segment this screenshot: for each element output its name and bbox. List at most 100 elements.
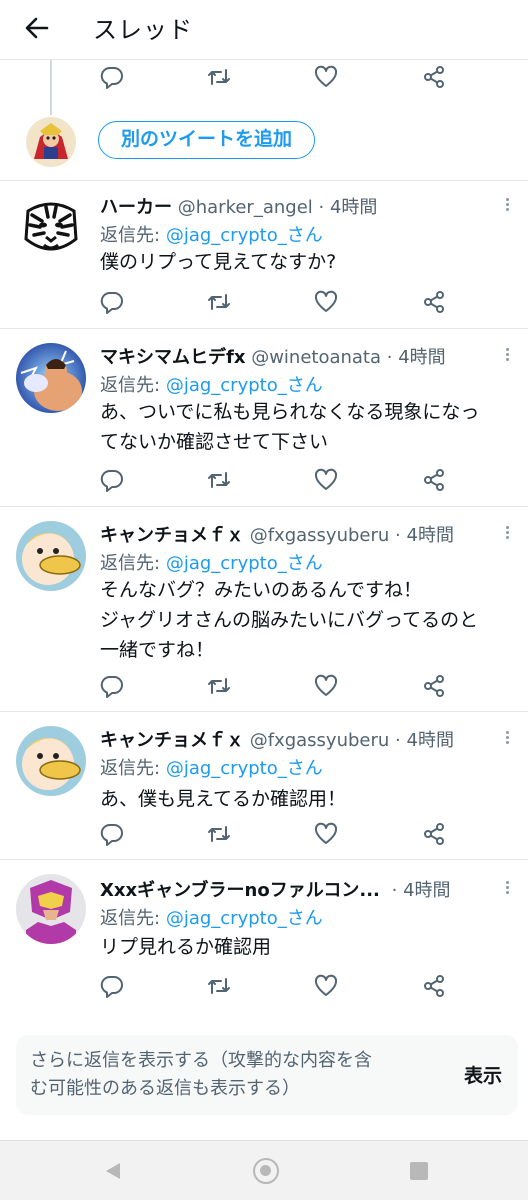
back-arrow-icon[interactable] bbox=[22, 13, 52, 43]
tweet-actions bbox=[0, 671, 528, 701]
reply-icon[interactable] bbox=[99, 973, 125, 999]
page-title: スレッド bbox=[93, 16, 193, 44]
tweet-text-line: てないか確認させて下さい bbox=[100, 431, 329, 453]
display-name[interactable]: マキシマムヒデfx bbox=[100, 347, 245, 368]
reply-to-label: 返信先: bbox=[100, 908, 161, 929]
timestamp: · 4時間 bbox=[386, 347, 446, 368]
tweet-text-line: あ、ついでに私も見られなくなる現象になっ bbox=[100, 401, 480, 423]
mention-link[interactable]: @jag_crypto_さん bbox=[166, 758, 323, 779]
nav-recents-icon[interactable] bbox=[410, 1162, 428, 1180]
like-icon[interactable] bbox=[313, 673, 339, 699]
user-handle[interactable]: @fxgassyuberu bbox=[250, 730, 390, 751]
tweet-actions bbox=[0, 287, 528, 317]
avatar[interactable] bbox=[16, 193, 86, 263]
more-icon[interactable] bbox=[504, 196, 510, 214]
tweet-text-line: そんなバグ？みたいのあるんですね！ bbox=[100, 579, 423, 601]
tweet-actions bbox=[0, 971, 528, 1001]
share-icon[interactable] bbox=[421, 673, 447, 699]
show-more-replies[interactable]: さらに返信を表示する（攻撃的な内容を含 む可能性のある返信も表示する） 表示 bbox=[16, 1035, 518, 1115]
timestamp: · 4時間 bbox=[391, 880, 451, 901]
reply-to-label: 返信先: bbox=[100, 225, 161, 246]
reply-tweet[interactable]: キャンチョメｆｘ @fxgassyuberu · 4時間 返信先: @jag_c… bbox=[0, 711, 528, 859]
user-handle[interactable]: @harker_angel bbox=[178, 197, 313, 218]
add-tweet-button[interactable]: 別のツイートを追加 bbox=[98, 121, 315, 159]
avatar[interactable] bbox=[16, 521, 86, 591]
tweet-text: そんなバグ？みたいのあるんですね！ ジャグリオさんの脳みたいにバグってるのと 一… bbox=[100, 575, 520, 665]
mention-link[interactable]: @jag_crypto_さん bbox=[166, 225, 323, 246]
mention-link[interactable]: @jag_crypto_さん bbox=[166, 553, 323, 574]
avatar[interactable] bbox=[16, 726, 86, 796]
share-icon[interactable] bbox=[421, 467, 447, 493]
tweet-actions bbox=[0, 62, 528, 92]
avatar[interactable] bbox=[16, 874, 86, 944]
retweet-icon[interactable] bbox=[206, 467, 232, 493]
thread-connector bbox=[50, 60, 52, 115]
reply-icon[interactable] bbox=[99, 467, 125, 493]
tweet-text-line: あ、僕も見えてるか確認用！ bbox=[100, 788, 347, 810]
reply-to-line: 返信先: @jag_crypto_さん bbox=[100, 754, 323, 780]
reply-icon[interactable] bbox=[99, 64, 125, 90]
top-bar: スレッド bbox=[0, 0, 528, 60]
share-icon[interactable] bbox=[421, 289, 447, 315]
retweet-icon[interactable] bbox=[206, 973, 232, 999]
display-name[interactable]: Xxxギャンブラーnoファルコン... bbox=[100, 880, 380, 901]
tweet-text-line: 一緒ですね！ bbox=[100, 639, 215, 661]
like-icon[interactable] bbox=[313, 973, 339, 999]
share-icon[interactable] bbox=[421, 973, 447, 999]
timestamp: · 4時間 bbox=[395, 525, 454, 546]
add-tweet-row: 別のツイートを追加 bbox=[0, 110, 528, 180]
reply-icon[interactable] bbox=[99, 821, 125, 847]
retweet-icon[interactable] bbox=[206, 289, 232, 315]
share-icon[interactable] bbox=[421, 64, 447, 90]
retweet-icon[interactable] bbox=[206, 673, 232, 699]
timestamp: · 4時間 bbox=[318, 197, 378, 218]
more-icon[interactable] bbox=[504, 729, 510, 747]
user-handle[interactable]: @fxgassyuberu bbox=[250, 525, 390, 546]
reply-to-line: 返信先: @jag_crypto_さん bbox=[100, 371, 323, 397]
reply-to-line: 返信先: @jag_crypto_さん bbox=[100, 904, 323, 930]
reply-tweet[interactable]: ハーカー @harker_angel · 4時間 返信先: @jag_crypt… bbox=[0, 180, 528, 328]
like-icon[interactable] bbox=[313, 64, 339, 90]
mention-link[interactable]: @jag_crypto_さん bbox=[166, 908, 323, 929]
more-icon[interactable] bbox=[504, 879, 510, 897]
display-name[interactable]: キャンチョメｆｘ bbox=[100, 525, 244, 546]
tweet-text: 僕のリプって見えてなすか? bbox=[100, 247, 520, 277]
share-icon[interactable] bbox=[421, 821, 447, 847]
tweet-text-line: リプ見れるか確認用 bbox=[100, 936, 272, 958]
reply-to-line: 返信先: @jag_crypto_さん bbox=[100, 549, 323, 575]
timestamp: · 4時間 bbox=[395, 730, 454, 751]
show-button[interactable]: 表示 bbox=[464, 1061, 502, 1088]
retweet-icon[interactable] bbox=[206, 821, 232, 847]
retweet-icon[interactable] bbox=[206, 64, 232, 90]
tweet-actions bbox=[0, 465, 528, 495]
user-handle[interactable]: @winetoanata bbox=[251, 347, 381, 368]
more-icon[interactable] bbox=[504, 524, 510, 542]
nav-back-icon[interactable] bbox=[104, 1161, 122, 1185]
reply-icon[interactable] bbox=[99, 289, 125, 315]
mention-link[interactable]: @jag_crypto_さん bbox=[166, 375, 323, 396]
show-more-text: さらに返信を表示する（攻撃的な内容を含 む可能性のある返信も表示する） bbox=[30, 1047, 450, 1103]
like-icon[interactable] bbox=[313, 821, 339, 847]
nav-home-icon[interactable] bbox=[253, 1158, 279, 1184]
display-name[interactable]: キャンチョメｆｘ bbox=[100, 730, 244, 751]
tweet-text-line: 僕のリプって見えてなすか? bbox=[100, 251, 337, 273]
show-more-text-line: さらに返信を表示する（攻撃的な内容を含 bbox=[30, 1050, 372, 1071]
reply-to-label: 返信先: bbox=[100, 375, 161, 396]
like-icon[interactable] bbox=[313, 467, 339, 493]
display-name[interactable]: ハーカー bbox=[100, 197, 172, 218]
tweet-actions bbox=[0, 819, 528, 849]
reply-to-line: 返信先: @jag_crypto_さん bbox=[100, 221, 323, 247]
reply-tweet[interactable]: マキシマムヒデfx @winetoanata · 4時間 返信先: @jag_c… bbox=[0, 328, 528, 506]
more-icon[interactable] bbox=[504, 346, 510, 364]
avatar[interactable] bbox=[16, 343, 86, 413]
tweet-text: あ、ついでに私も見られなくなる現象になっ てないか確認させて下さい bbox=[100, 397, 520, 457]
tweet-text: あ、僕も見えてるか確認用！ bbox=[100, 784, 520, 814]
reply-icon[interactable] bbox=[99, 673, 125, 699]
system-nav-bar bbox=[0, 1140, 528, 1200]
reply-tweet[interactable]: キャンチョメｆｘ @fxgassyuberu · 4時間 返信先: @jag_c… bbox=[0, 506, 528, 711]
like-icon[interactable] bbox=[313, 289, 339, 315]
reply-tweet[interactable]: Xxxギャンブラーnoファルコン... · 4時間 返信先: @jag_cryp… bbox=[0, 859, 528, 1014]
tweet-text-line: ジャグリオさんの脳みたいにバグってるのと bbox=[100, 609, 479, 631]
avatar bbox=[26, 117, 76, 167]
tweet-text: リプ見れるか確認用 bbox=[100, 932, 520, 962]
